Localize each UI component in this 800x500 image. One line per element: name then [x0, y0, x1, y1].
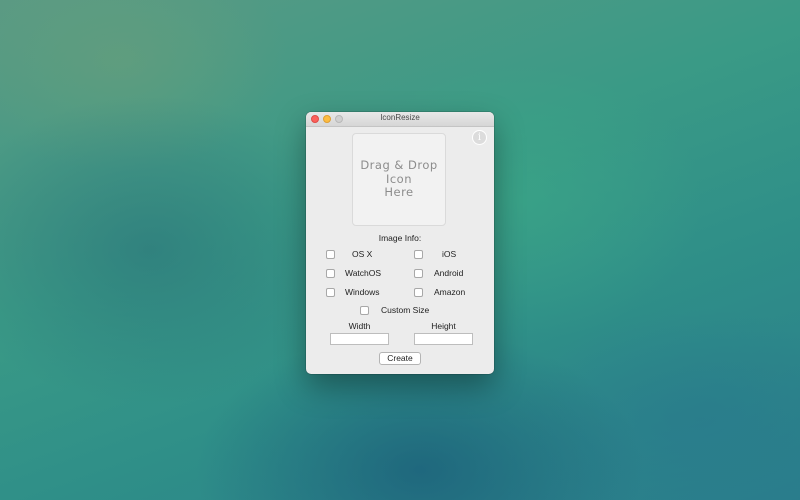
image-info-label: Image Info: — [378, 233, 422, 243]
checkbox-watchos-label: WatchOS — [345, 268, 382, 278]
info-icon[interactable]: i — [472, 130, 487, 145]
checkbox-watchos-box[interactable] — [326, 269, 335, 278]
checkbox-ios-label: iOS — [442, 249, 457, 259]
checkbox-android-box[interactable] — [414, 269, 423, 278]
checkbox-osx[interactable]: OS X — [326, 249, 396, 261]
checkbox-ios-box[interactable] — [414, 250, 423, 259]
height-label: Height — [431, 321, 456, 331]
checkbox-android[interactable]: Android — [414, 268, 484, 280]
checkbox-windows[interactable]: Windows — [326, 287, 396, 299]
checkbox-custom-size-label: Custom Size — [381, 305, 430, 315]
checkbox-custom-size[interactable]: Custom Size — [360, 305, 450, 317]
checkbox-amazon-box[interactable] — [414, 288, 423, 297]
height-input[interactable] — [414, 333, 473, 345]
checkbox-amazon-label: Amazon — [434, 287, 466, 297]
title-bar[interactable]: IconResize — [306, 112, 494, 127]
checkbox-windows-label: Windows — [345, 287, 380, 297]
icon-drop-zone[interactable]: Drag & Drop Icon Here — [352, 133, 446, 226]
checkbox-custom-size-box[interactable] — [360, 306, 369, 315]
drop-zone-text: Drag & Drop Icon Here — [360, 158, 438, 200]
create-button[interactable]: Create — [379, 352, 421, 365]
checkbox-osx-box[interactable] — [326, 250, 335, 259]
checkbox-ios[interactable]: iOS — [414, 249, 484, 261]
width-label: Width — [348, 321, 371, 331]
app-window: IconResize i Drag & Drop Icon Here Image… — [306, 112, 494, 374]
checkbox-android-label: Android — [434, 268, 464, 278]
window-title: IconResize — [380, 113, 420, 122]
checkbox-osx-label: OS X — [352, 249, 373, 259]
checkbox-watchos[interactable]: WatchOS — [326, 268, 396, 280]
width-input[interactable] — [330, 333, 389, 345]
checkbox-windows-box[interactable] — [326, 288, 335, 297]
checkbox-amazon[interactable]: Amazon — [414, 287, 484, 299]
